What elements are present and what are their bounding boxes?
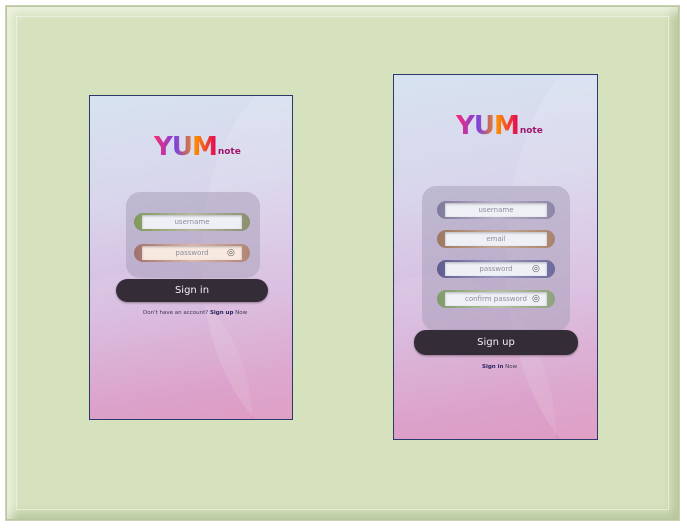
password-field[interactable]: password ◎ [134, 244, 250, 262]
email-input[interactable]: email [445, 232, 547, 246]
signup-password-field[interactable]: password ◎ [437, 260, 555, 278]
app-logo: YUM note [456, 113, 543, 139]
signup-prompt: Don't have an account? Sign up Now [143, 310, 248, 316]
eye-icon[interactable]: ◎ [532, 264, 544, 274]
signup-username-field[interactable]: username [437, 201, 555, 219]
logo-note: note [519, 126, 543, 136]
signup-screen: YUM note username email password ◎ confi… [393, 74, 598, 440]
username-input[interactable]: username [142, 215, 242, 229]
app-logo: YUM note [154, 134, 241, 160]
logo-yum: YUM [154, 132, 218, 162]
logo-yum: YUM [456, 111, 520, 141]
signup-link[interactable]: Sign up [210, 310, 233, 316]
logo-note: note [217, 147, 241, 157]
signin-prompt: Sign in Now [482, 364, 518, 370]
signup-username-input[interactable]: username [445, 203, 547, 217]
signin-screen: YUM note username password ◎ Sign in Don… [89, 95, 293, 420]
signin-button[interactable]: Sign in [116, 279, 268, 302]
eye-icon[interactable]: ◎ [227, 248, 239, 258]
eye-icon[interactable]: ◎ [532, 294, 544, 304]
signin-link[interactable]: Sign in [482, 364, 503, 370]
email-field[interactable]: email [437, 230, 555, 248]
confirm-password-field[interactable]: confirm password ◎ [437, 290, 555, 308]
username-field[interactable]: username [134, 213, 250, 231]
signin-form-panel [126, 192, 260, 278]
signup-button[interactable]: Sign up [414, 330, 578, 355]
